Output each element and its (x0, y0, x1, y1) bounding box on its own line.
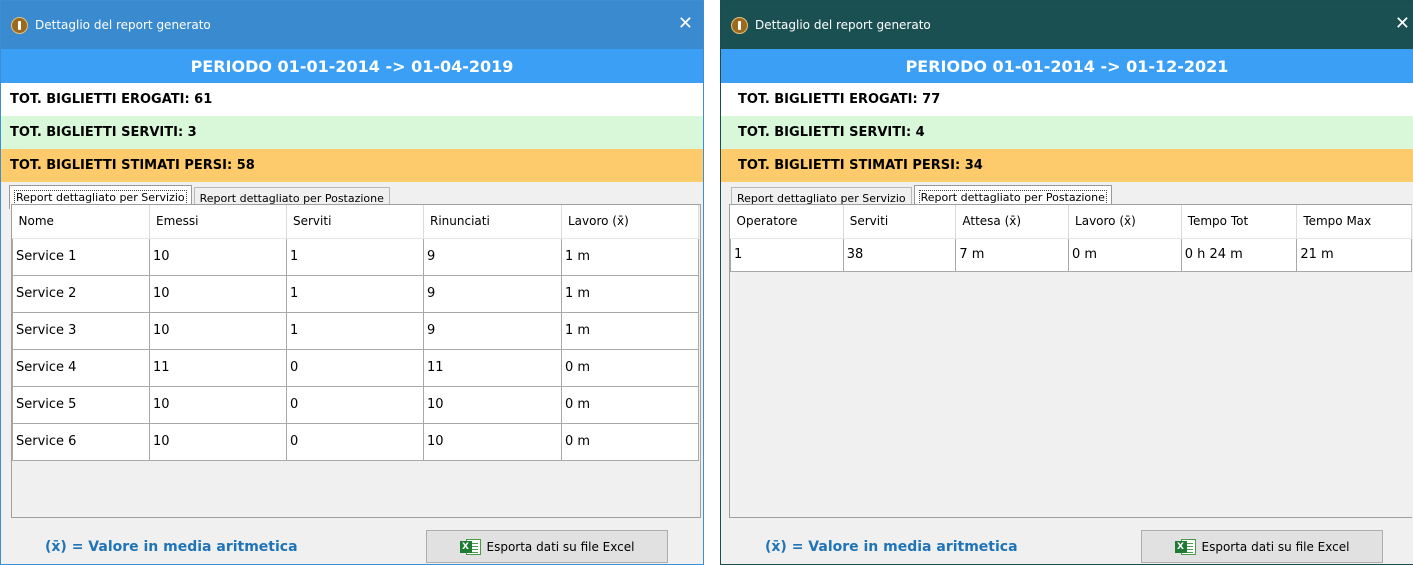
table-row[interactable]: Service 6 10 0 10 0 m (12, 422, 699, 461)
table-cell[interactable]: 0 (286, 348, 424, 387)
table-cell[interactable]: 1 (286, 311, 424, 350)
table-cell[interactable]: 0 (286, 385, 424, 424)
table-cell[interactable]: 1 (730, 237, 844, 272)
column-header[interactable]: Nome (12, 205, 150, 239)
table-cell[interactable]: 11 (423, 348, 562, 387)
table-cell[interactable]: 10 (149, 274, 287, 313)
info-icon (731, 16, 748, 34)
table-cell[interactable]: 1 (286, 274, 424, 313)
table-cell[interactable]: 0 m (561, 385, 699, 424)
excel-icon: X (459, 538, 482, 556)
info-icon (11, 16, 28, 34)
table-cell[interactable]: Service 2 (12, 274, 150, 313)
table-cell[interactable]: Service 4 (12, 348, 150, 387)
titlebar[interactable]: Dettaglio del report generato ✕ (721, 1, 1413, 49)
table-cell[interactable]: 9 (423, 237, 562, 276)
report-table: Nome Emessi Serviti Rinunciati Lavoro (x… (12, 205, 699, 461)
table-row[interactable]: Service 2 10 1 9 1 m (12, 274, 699, 313)
total-serviti: TOT. BIGLIETTI SERVITI: 3 (1, 116, 703, 149)
window-title: Dettaglio del report generato (755, 18, 931, 32)
table-cell[interactable]: 7 m (955, 237, 1070, 272)
table-row[interactable]: 1 38 7 m0 m0 h 24 m 21 m (730, 237, 1412, 272)
mean-legend: (x̄) = Valore in media aritmetica (45, 539, 298, 555)
table-cell[interactable]: 0 (286, 422, 424, 461)
total-erogati: TOT. BIGLIETTI EROGATI: 77 (721, 83, 1413, 116)
table-cell[interactable]: 10 (149, 422, 287, 461)
report-window-left: Dettaglio del report generato ✕ PERIODO … (0, 0, 704, 565)
table-row[interactable]: Service 1 10 1 9 1 m (12, 237, 699, 276)
table-cell[interactable]: Service 3 (12, 311, 150, 350)
table-row[interactable]: Service 3 10 1 9 1 m (12, 311, 699, 350)
report-grid[interactable]: Operatore Serviti Attesa (x̄) Lavoro (x̄… (729, 204, 1412, 518)
titlebar[interactable]: Dettaglio del report generato ✕ (1, 1, 703, 49)
report-table: Operatore Serviti Attesa (x̄) Lavoro (x̄… (730, 205, 1412, 272)
column-header[interactable]: Tempo Max (1296, 205, 1412, 239)
table-cell[interactable]: 38 (842, 237, 957, 272)
table-cell[interactable]: 9 (423, 311, 562, 350)
table-cell[interactable]: Service 5 (12, 385, 150, 424)
table-cell[interactable]: 1 m (561, 274, 699, 313)
table-cell[interactable]: 10 (149, 311, 287, 350)
table-cell[interactable]: 1 m (561, 237, 699, 276)
total-persi: TOT. BIGLIETTI STIMATI PERSI: 34 (721, 149, 1413, 182)
table-cell[interactable]: Service 1 (12, 237, 150, 276)
export-excel-button[interactable]: X Esporta dati su file Excel (1141, 530, 1383, 563)
table-cell[interactable]: 10 (423, 422, 562, 461)
table-row[interactable]: Service 5 10 0 10 0 m (12, 385, 699, 424)
total-serviti: TOT. BIGLIETTI SERVITI: 4 (721, 116, 1413, 149)
column-header[interactable]: Attesa (x̄) (955, 205, 1070, 239)
table-cell[interactable]: 0 m (561, 422, 699, 461)
column-header[interactable]: Emessi (149, 205, 287, 239)
table-cell[interactable]: Service 6 (12, 422, 150, 461)
table-cell[interactable]: 1 m (561, 311, 699, 350)
header-row: Operatore Serviti Attesa (x̄) Lavoro (x̄… (730, 205, 1412, 239)
total-persi: TOT. BIGLIETTI STIMATI PERSI: 58 (1, 149, 703, 182)
table-cell[interactable]: 0 m (561, 348, 699, 387)
table-cell[interactable]: 1 (286, 237, 424, 276)
close-icon[interactable]: ✕ (678, 15, 693, 33)
column-header[interactable]: Operatore (730, 205, 844, 239)
column-header[interactable]: Lavoro (x̄) (561, 205, 699, 239)
header-row: Nome Emessi Serviti Rinunciati Lavoro (x… (12, 205, 699, 239)
column-header[interactable]: Lavoro (x̄) (1068, 205, 1182, 239)
column-header[interactable]: Tempo Tot (1181, 205, 1298, 239)
table-cell[interactable]: 9 (423, 274, 562, 313)
period-banner: PERIODO 01-01-2014 -> 01-04-2019 (1, 49, 703, 83)
report-grid[interactable]: Nome Emessi Serviti Rinunciati Lavoro (x… (11, 204, 701, 518)
table-cell[interactable]: 0 m (1068, 237, 1182, 272)
table-cell[interactable]: 10 (423, 385, 562, 424)
mean-legend: (x̄) = Valore in media aritmetica (765, 539, 1018, 555)
column-header[interactable]: Rinunciati (423, 205, 562, 239)
table-cell[interactable]: 10 (149, 385, 287, 424)
export-excel-button[interactable]: X Esporta dati su file Excel (426, 530, 668, 563)
column-header[interactable]: Serviti (843, 205, 957, 239)
window-title: Dettaglio del report generato (35, 18, 211, 32)
export-label: Esporta dati su file Excel (1201, 539, 1350, 554)
table-cell[interactable]: 0 h 24 m (1180, 237, 1298, 272)
column-header[interactable]: Serviti (286, 205, 424, 239)
report-window-right: Dettaglio del report generato ✕ PERIODO … (720, 0, 1413, 565)
close-icon[interactable]: ✕ (1395, 15, 1410, 33)
table-cell[interactable]: 10 (149, 237, 287, 276)
table-cell[interactable]: 21 m (1296, 237, 1412, 272)
excel-icon: X (1174, 538, 1197, 556)
table-cell[interactable]: 11 (149, 348, 287, 387)
period-banner: PERIODO 01-01-2014 -> 01-12-2021 (721, 49, 1413, 83)
total-erogati: TOT. BIGLIETTI EROGATI: 61 (1, 83, 703, 116)
export-label: Esporta dati su file Excel (486, 539, 635, 554)
table-row[interactable]: Service 4 11 0 11 0 m (12, 348, 699, 387)
